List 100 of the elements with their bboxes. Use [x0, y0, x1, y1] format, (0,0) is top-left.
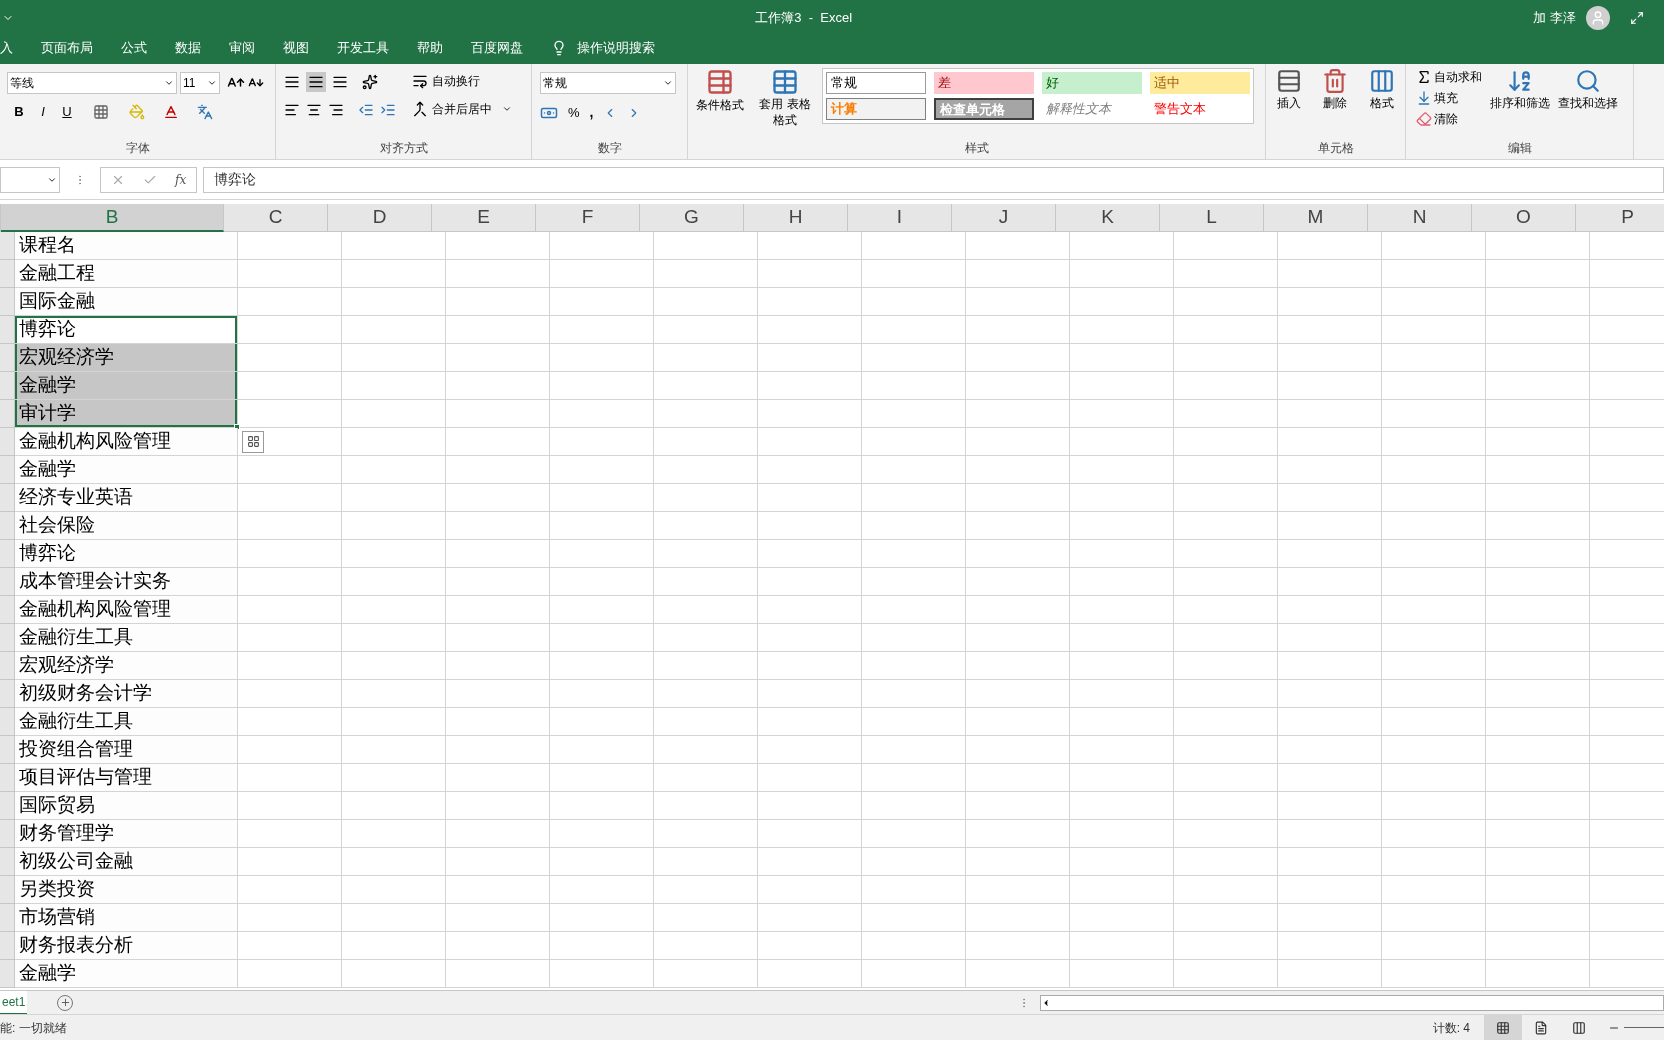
autosum-button[interactable]: 自动求和: [1416, 68, 1482, 86]
percent-button[interactable]: %: [568, 102, 580, 123]
row-header[interactable]: [0, 680, 15, 708]
ribbon-tab[interactable]: 视图: [283, 38, 309, 58]
row-header[interactable]: [0, 904, 15, 932]
row-header[interactable]: [0, 540, 15, 568]
cell-style[interactable]: 差: [934, 72, 1034, 94]
align-top-icon[interactable]: [284, 74, 300, 90]
comma-button[interactable]: ,: [589, 102, 594, 123]
row-header[interactable]: [0, 596, 15, 624]
cell-style[interactable]: 常规: [826, 72, 926, 94]
column-header[interactable]: J: [952, 204, 1056, 232]
ribbon-tab[interactable]: 数据: [175, 38, 201, 58]
clear-button[interactable]: 清除: [1416, 110, 1482, 128]
format-button[interactable]: U: [59, 102, 75, 122]
number-format-field[interactable]: 常规: [540, 72, 676, 94]
dropdown-icon[interactable]: [502, 104, 512, 114]
align-left-icon[interactable]: [284, 102, 300, 118]
ribbon-display-icon[interactable]: [1630, 11, 1644, 25]
align-bottom-icon[interactable]: [332, 74, 348, 90]
row-header[interactable]: [0, 316, 15, 344]
font-name-field[interactable]: 等线: [7, 72, 177, 94]
sheet-tab[interactable]: eet1: [0, 990, 28, 1015]
tell-me-search[interactable]: 操作说明搜索: [577, 38, 655, 58]
row-header[interactable]: [0, 820, 15, 848]
scroll-left-icon[interactable]: [1041, 997, 1051, 1008]
wrap-text-button[interactable]: 自动换行: [412, 72, 512, 90]
align-right-icon[interactable]: [328, 102, 344, 118]
column-header[interactable]: G: [640, 204, 744, 232]
format-button[interactable]: B: [11, 102, 27, 122]
format-button[interactable]: I: [35, 102, 51, 122]
ribbon-tab[interactable]: 页面布局: [41, 38, 93, 58]
fill-color-icon[interactable]: [129, 103, 145, 120]
ribbon-tab[interactable]: 开发工具: [337, 38, 389, 58]
row-header[interactable]: [0, 512, 15, 540]
find-select-button[interactable]: 查找和选择: [1558, 68, 1618, 112]
row-header[interactable]: [0, 232, 15, 260]
column-header[interactable]: C: [224, 204, 328, 232]
column-header[interactable]: L: [1160, 204, 1264, 232]
ribbon-tab[interactable]: 百度网盘: [471, 38, 523, 58]
column-header[interactable]: O: [1472, 204, 1576, 232]
row-header[interactable]: [0, 848, 15, 876]
ribbon-tab[interactable]: 入: [0, 38, 13, 58]
formula-field[interactable]: 博弈论: [203, 166, 1664, 193]
row-header[interactable]: [0, 568, 15, 596]
fill-button[interactable]: 填充: [1416, 89, 1482, 107]
indent-increase-icon[interactable]: [380, 102, 396, 118]
format-button[interactable]: 格式: [1368, 68, 1395, 112]
quick-analysis-icon[interactable]: [242, 430, 264, 453]
row-header[interactable]: [0, 456, 15, 484]
insert-button[interactable]: 插入: [1276, 68, 1303, 112]
ribbon-tab[interactable]: 公式: [121, 38, 147, 58]
ribbon-tab[interactable]: 帮助: [417, 38, 443, 58]
row-header[interactable]: [0, 372, 15, 400]
indent-decrease-icon[interactable]: [358, 102, 374, 118]
row-header[interactable]: [0, 400, 15, 428]
row-header[interactable]: [0, 960, 15, 988]
row-header[interactable]: [0, 932, 15, 960]
ribbon-tab[interactable]: 审阅: [229, 38, 255, 58]
page-break-icon[interactable]: [1572, 1020, 1586, 1035]
column-header[interactable]: D: [328, 204, 432, 232]
column-header[interactable]: I: [848, 204, 952, 232]
lightbulb-icon[interactable]: [551, 40, 567, 56]
sort-filter-button[interactable]: 排序和筛选: [1490, 68, 1550, 112]
row-header[interactable]: [0, 624, 15, 652]
column-header[interactable]: N: [1368, 204, 1472, 232]
format-as-table-button[interactable]: 套用 表格格式: [754, 68, 816, 128]
phonetic-icon[interactable]: [197, 103, 213, 120]
align-middle-icon[interactable]: [306, 72, 326, 92]
dropdown-icon[interactable]: [207, 78, 217, 88]
row-header[interactable]: [0, 484, 15, 512]
row-header[interactable]: [0, 792, 15, 820]
row-header[interactable]: [0, 288, 15, 316]
cell-style[interactable]: 适中: [1150, 72, 1250, 94]
column-header[interactable]: H: [744, 204, 848, 232]
row-header[interactable]: [0, 708, 15, 736]
horizontal-scrollbar[interactable]: [1040, 994, 1664, 1011]
row-header[interactable]: [0, 428, 15, 456]
font-size-field[interactable]: 11: [180, 72, 220, 94]
dropdown-icon[interactable]: [164, 78, 174, 88]
font-color-icon[interactable]: [163, 103, 179, 120]
column-header[interactable]: F: [536, 204, 640, 232]
column-header[interactable]: M: [1264, 204, 1368, 232]
row-header[interactable]: [0, 876, 15, 904]
row-header[interactable]: [0, 260, 15, 288]
delete-button[interactable]: 删除: [1322, 68, 1349, 112]
row-header[interactable]: [0, 344, 15, 372]
column-header[interactable]: K: [1056, 204, 1160, 232]
avatar-icon[interactable]: [1586, 6, 1610, 30]
borders-icon[interactable]: [93, 103, 109, 120]
cell-style[interactable]: 好: [1042, 72, 1142, 94]
row-header[interactable]: [0, 764, 15, 792]
row-header[interactable]: [0, 736, 15, 764]
row-header[interactable]: [0, 652, 15, 680]
align-center-icon[interactable]: [306, 102, 322, 118]
insert-function-button[interactable]: fx: [175, 170, 187, 189]
column-header[interactable]: P: [1576, 204, 1664, 232]
merge-center-button[interactable]: 合并后居中: [412, 100, 512, 118]
column-header[interactable]: B: [1, 204, 224, 232]
column-header[interactable]: E: [432, 204, 536, 232]
